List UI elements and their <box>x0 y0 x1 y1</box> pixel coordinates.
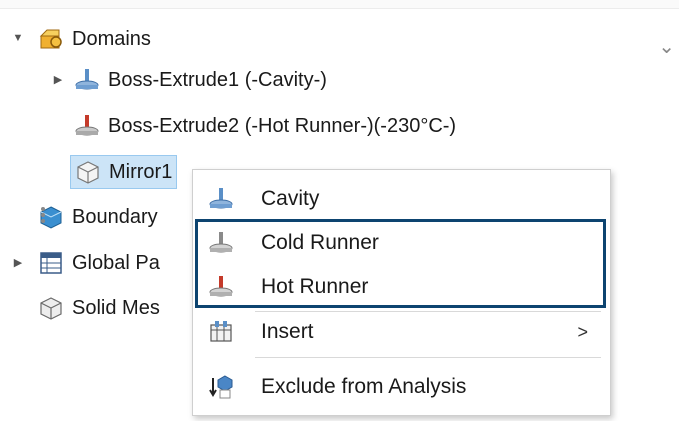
menu-item-label: Hot Runner <box>261 275 369 298</box>
menu-item-label: Cavity <box>261 187 320 210</box>
tree-node-label: Boss-Extrude1 (-Cavity-) <box>108 68 327 91</box>
tree-node-domains[interactable]: Domains <box>38 22 151 56</box>
menu-item-insert[interactable]: Insert > <box>193 310 610 354</box>
table-icon <box>38 250 64 276</box>
tree-node-boss-extrude1[interactable]: Boss-Extrude1 (-Cavity-) <box>74 63 327 97</box>
tree-node-mirror1[interactable]: Mirror1 <box>70 155 178 189</box>
collapse-arrow-icon[interactable]: ▶ <box>12 256 24 269</box>
domains-icon <box>38 26 64 52</box>
tree-node-global-parameters[interactable]: Global Pa <box>38 246 160 280</box>
solid-mesh-icon <box>38 295 64 321</box>
boundary-icon <box>38 204 64 230</box>
tree-node-boss-extrude2[interactable]: Boss-Extrude2 (-Hot Runner-)(-230°C-) <box>74 109 456 143</box>
collapse-arrow-icon[interactable]: ▶ <box>52 73 64 86</box>
cavity-icon <box>74 67 100 93</box>
submenu-arrow-icon: > <box>577 321 588 342</box>
menu-item-exclude-from-analysis[interactable]: Exclude from Analysis <box>193 365 610 409</box>
tree-node-label: Domains <box>72 27 151 50</box>
tree-node-boundary[interactable]: Boundary <box>38 200 158 234</box>
tree-node-label: Boundary <box>72 205 158 228</box>
chevron-down-icon[interactable]: ⌄ <box>658 34 675 59</box>
exclude-icon <box>207 373 235 401</box>
tree-node-label: Solid Mes <box>72 296 160 319</box>
menu-item-label: Cold Runner <box>261 231 379 254</box>
tree-node-label: Mirror1 <box>109 160 173 183</box>
tree-node-label: Global Pa <box>72 251 160 274</box>
hot-runner-icon <box>207 273 235 301</box>
menu-item-label: Exclude from Analysis <box>261 375 467 398</box>
tree-node-solid-mesh[interactable]: Solid Mes <box>38 291 160 325</box>
mirror-body-icon <box>75 159 101 185</box>
expand-arrow-icon[interactable]: ▼ <box>12 32 24 44</box>
cavity-icon <box>207 185 235 213</box>
menu-item-cavity[interactable]: Cavity <box>193 177 610 221</box>
menu-item-hot-runner[interactable]: Hot Runner <box>193 265 610 309</box>
hot-runner-icon <box>74 113 100 139</box>
menu-item-label: Insert <box>261 320 314 343</box>
insert-icon <box>207 318 235 346</box>
tree-node-label: Boss-Extrude2 (-Hot Runner-)(-230°C-) <box>108 114 457 137</box>
top-divider <box>0 0 679 9</box>
menu-separator <box>255 357 601 358</box>
menu-item-cold-runner[interactable]: Cold Runner <box>193 221 610 265</box>
cold-runner-icon <box>207 229 235 257</box>
context-menu: Cavity Cold Runner Hot Runner Insert > E… <box>192 169 611 416</box>
